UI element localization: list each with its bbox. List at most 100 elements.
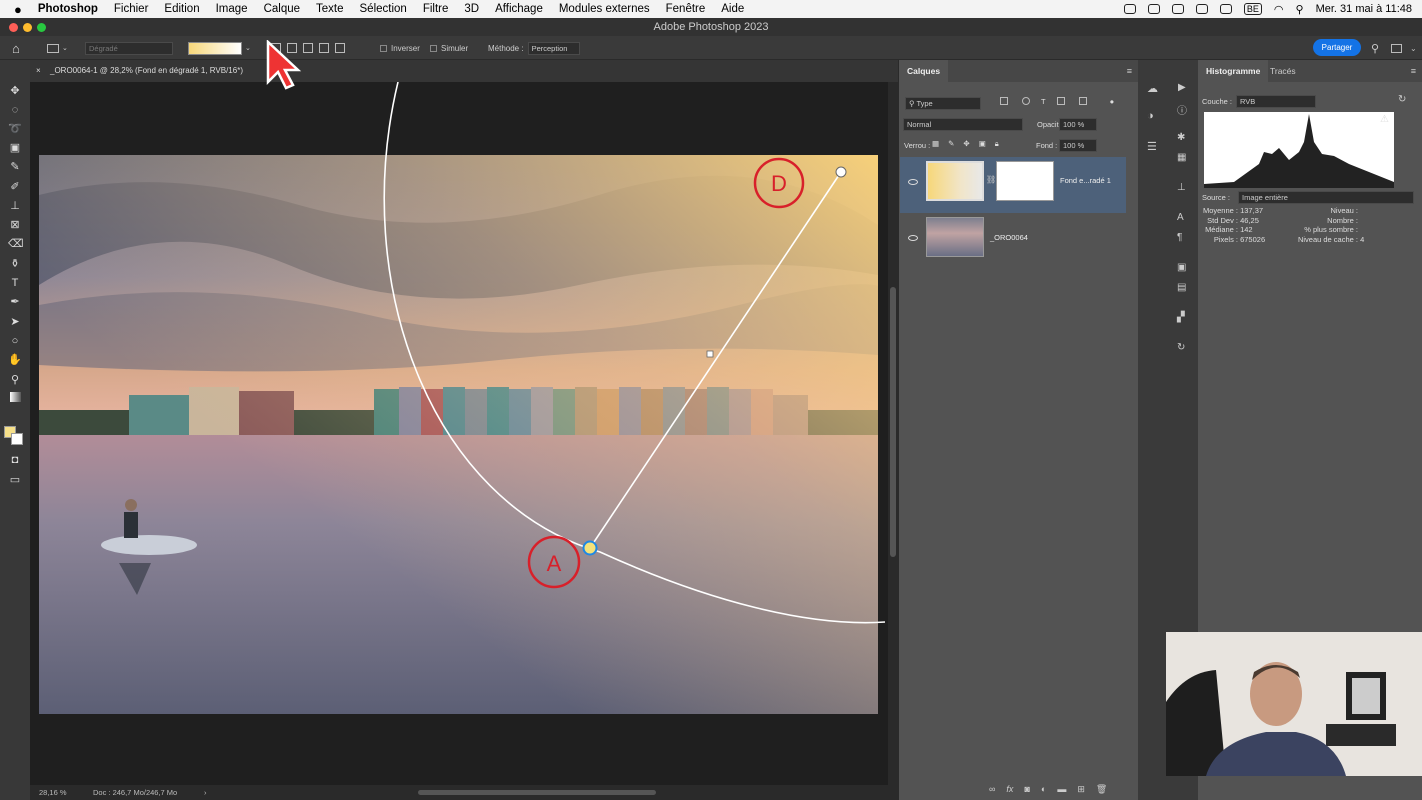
menu-image[interactable]: Image [208,3,256,15]
menu-modules[interactable]: Modules externes [551,3,658,15]
brush-tool-icon[interactable]: ✐ [8,180,22,194]
status-icon[interactable] [1171,4,1184,14]
filter-adjustment-icon[interactable] [1022,97,1030,105]
notes-icon[interactable]: ▤ [1177,282,1186,293]
refresh-icon[interactable]: ↻ [1398,94,1406,105]
share-button[interactable]: Partager [1313,39,1361,56]
filter-smartobject-icon[interactable] [1078,97,1087,105]
status-icon[interactable] [1123,4,1136,14]
tab-paths[interactable]: Tracés [1262,60,1304,82]
tab-layers[interactable]: Calques [899,60,949,82]
fill-field[interactable]: 100 % [1059,139,1097,152]
battery-icon[interactable] [1195,4,1208,14]
status-icon[interactable] [1147,4,1160,14]
home-icon[interactable]: ⌂ [12,36,20,60]
warning-icon[interactable]: ⚠ [1380,114,1389,125]
panel-menu-icon[interactable]: ≡ [1127,66,1132,76]
properties-icon[interactable]: ☰ [1147,140,1157,153]
diamond-gradient-icon[interactable] [335,43,345,53]
menu-3d[interactable]: 3D [456,3,487,15]
gradient-start-handle[interactable] [582,540,598,556]
menu-fenetre[interactable]: Fenêtre [658,3,714,15]
close-window-button[interactable] [9,23,18,32]
apple-icon[interactable]: ● [0,2,30,17]
play-icon[interactable]: ▶ [1178,82,1186,93]
vertical-scrollbar[interactable] [888,82,898,785]
filter-shape-icon[interactable] [1056,97,1065,105]
layer-filter-select[interactable]: ⚲ Type [905,97,981,110]
tool-preset-picker[interactable]: ⌄ [44,36,68,60]
zoom-window-button[interactable] [37,23,46,32]
method-select[interactable]: Perception [527,41,580,55]
menu-affichage[interactable]: Affichage [487,3,551,15]
adjustment-layer-icon[interactable]: ◐ [1041,784,1046,794]
filter-toggle-icon[interactable]: ● [1110,97,1115,106]
layer-name[interactable]: _ORO0064 [990,233,1028,242]
path-selection-tool-icon[interactable]: ➤ [8,315,22,329]
layer-style-icon[interactable]: fx [1006,784,1013,794]
channels-icon[interactable]: ▣ [1177,262,1186,273]
invert-checkbox[interactable] [380,44,387,52]
tool-presets-icon[interactable]: ▞ [1177,312,1185,323]
search-icon[interactable]: ⚲ [1371,36,1379,60]
info-icon[interactable]: ⓘ [1177,102,1187,117]
layer-row-gradient-fill[interactable]: ⛓︎ Fond e...radé 1 [900,157,1126,213]
lasso-tool-icon[interactable]: ➰ [8,122,22,136]
visibility-eye-icon[interactable] [908,235,918,241]
volume-icon[interactable] [1219,4,1232,14]
quick-mask-icon[interactable]: ◘ [8,453,22,467]
blend-mode-select[interactable]: Normal [903,118,1023,131]
zoom-level[interactable]: 28,16 % [39,785,67,800]
delete-layer-icon[interactable]: 🗑︎ [1096,784,1107,795]
libraries-icon[interactable]: ☁︎ [1147,82,1158,95]
search-icon[interactable]: ⚲ [1296,3,1304,16]
zoom-tool-icon[interactable]: ⚲ [8,373,22,387]
lock-position-icon[interactable]: ✥ [963,139,969,149]
eraser-tool-icon[interactable]: ⌫ [8,237,24,251]
new-layer-icon[interactable]: ⊞ [1077,784,1085,795]
input-source-badge[interactable]: BE [1243,3,1262,15]
menu-filtre[interactable]: Filtre [415,3,457,15]
filter-type-icon[interactable]: T [1041,97,1046,106]
document-tab[interactable]: × _ORO0064-1 @ 28,2% (Fond en dégradé 1,… [30,60,898,82]
marquee-tool-icon[interactable]: ◌ [8,103,22,117]
panel-menu-icon[interactable]: ≡ [1411,66,1416,76]
channel-select[interactable]: RVB [1236,95,1316,108]
minimize-window-button[interactable] [23,23,32,32]
gradient-swatch[interactable]: ⌄ [188,36,251,60]
menu-texte[interactable]: Texte [308,3,352,15]
chain-link-icon[interactable]: ⛓︎ [986,175,996,184]
tab-histogram[interactable]: Histogramme [1198,60,1269,82]
shape-tool-icon[interactable]: ○ [8,334,22,348]
adjustments-icon[interactable]: ◑ [1147,110,1154,122]
lock-artboard-icon[interactable]: ▣ [979,139,986,149]
layer-name[interactable]: Fond e...radé 1 [1060,176,1111,185]
type-tool-icon[interactable]: T [8,276,22,290]
simulate-checkbox[interactable] [430,44,437,52]
close-tab-icon[interactable]: × [36,60,41,82]
visibility-eye-icon[interactable] [908,179,918,185]
clone-source-icon[interactable]: ⊥ [1177,182,1186,193]
layer-row-background-photo[interactable]: _ORO0064 [900,213,1126,269]
paragraph-icon[interactable]: ¶ [1177,232,1182,243]
menu-calque[interactable]: Calque [256,3,308,15]
source-select[interactable]: Image entière [1238,191,1414,204]
move-tool-icon[interactable]: ✥ [8,84,22,98]
opacity-field[interactable]: 100 % [1059,118,1097,131]
gradient-midpoint-handle[interactable] [706,350,714,358]
menu-app[interactable]: Photoshop [30,3,106,15]
frame-tool-icon[interactable]: ⊠ [8,218,22,232]
history-icon[interactable]: ↻ [1177,342,1185,353]
chevron-right-icon[interactable]: › [204,785,207,800]
reflected-gradient-icon[interactable] [319,43,329,53]
menu-aide[interactable]: Aide [713,3,752,15]
new-group-icon[interactable]: ▬ [1057,784,1066,794]
menu-selection[interactable]: Sélection [352,3,415,15]
gradient-end-handle[interactable] [835,166,847,178]
link-layers-icon[interactable]: ∞ [989,784,995,794]
lock-transparent-icon[interactable]: ▦ [932,139,939,149]
layer-mask-thumbnail[interactable] [996,161,1054,201]
screen-mode-icon[interactable]: ▭ [8,473,22,487]
horizontal-scrollbar[interactable] [418,790,656,795]
pen-tool-icon[interactable]: ✒ [8,295,22,309]
